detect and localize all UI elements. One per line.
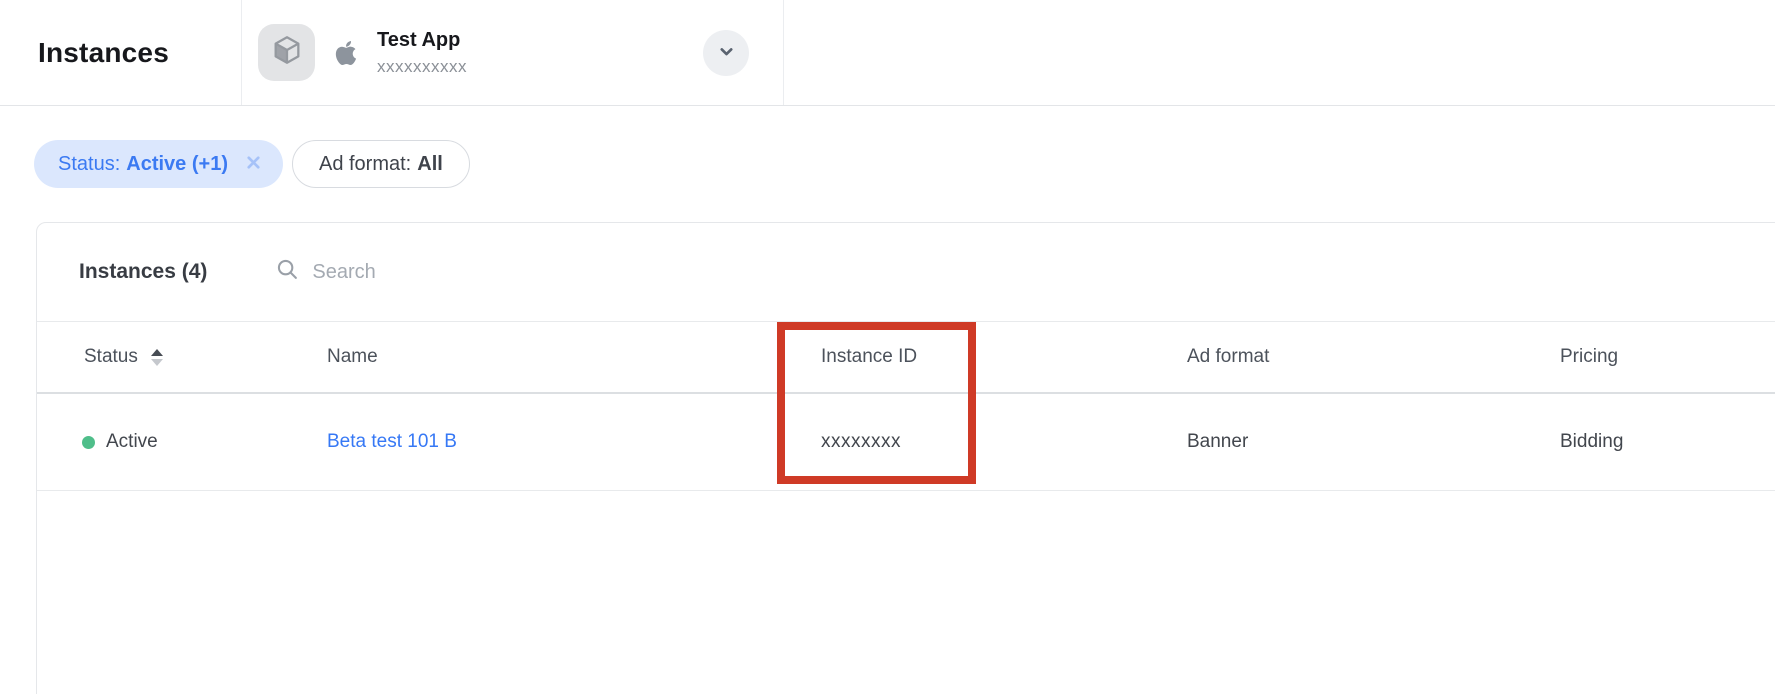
sort-arrows-icon[interactable] [151, 349, 163, 366]
ad-format-cell: Banner [1187, 431, 1248, 453]
instance-name-link[interactable]: Beta test 101 B [327, 431, 457, 453]
top-header: Instances Test App xxxxxxxxxx [0, 0, 1775, 106]
filter-label: Status: [58, 153, 120, 176]
panel-header: Instances (4) [37, 223, 1775, 322]
panel-title: Instances (4) [79, 260, 207, 284]
app-selector-dropdown-button[interactable] [703, 30, 749, 76]
filter-value: Active (+1) [126, 153, 228, 176]
filter-chip-ad-format[interactable]: Ad format: All [292, 140, 470, 188]
filter-chip-status[interactable]: Status: Active (+1) [34, 140, 283, 188]
filter-value: All [417, 153, 443, 176]
app-meta: Test App xxxxxxxxxx [377, 29, 467, 77]
column-header-ad-format: Ad format [1187, 346, 1269, 368]
status-dot [82, 436, 95, 449]
pricing-cell: Bidding [1560, 431, 1623, 453]
page-title: Instances [38, 37, 169, 69]
status-label: Active [106, 431, 158, 453]
remove-filter-button[interactable] [244, 153, 263, 175]
instances-panel: Instances (4) Status Name [36, 222, 1775, 694]
chevron-down-icon [714, 39, 739, 67]
app-name: Test App [377, 29, 467, 52]
search-input[interactable] [312, 261, 612, 284]
search-box[interactable] [276, 258, 612, 286]
cube-icon [270, 33, 304, 72]
column-header-status[interactable]: Status [84, 346, 163, 368]
column-header-name: Name [327, 346, 378, 368]
status-cell: Active [82, 431, 158, 453]
app-selector[interactable]: Test App xxxxxxxxxx [242, 0, 784, 105]
instance-id-cell: xxxxxxxx [821, 431, 901, 453]
column-header-label: Status [84, 346, 138, 368]
close-icon [244, 153, 263, 175]
sort-desc-icon [151, 359, 163, 366]
page-title-section: Instances [0, 0, 242, 105]
table-header-row: Status Name Instance ID Ad format Pricin… [37, 322, 1775, 394]
table-row: Active Beta test 101 B xxxxxxxx Banner B… [37, 394, 1775, 491]
app-icon-tile [258, 24, 315, 81]
column-header-instance-id: Instance ID [821, 346, 917, 368]
sort-asc-icon [151, 349, 163, 356]
column-header-pricing: Pricing [1560, 346, 1618, 368]
filter-label: Ad format: [319, 153, 411, 176]
search-icon [276, 258, 299, 286]
apple-icon [330, 35, 362, 71]
app-id-masked: xxxxxxxxxx [377, 57, 467, 77]
instances-page: Instances Test App xxxxxxxxxx [0, 0, 1775, 694]
filter-bar: Status: Active (+1) Ad format: All [34, 140, 470, 188]
